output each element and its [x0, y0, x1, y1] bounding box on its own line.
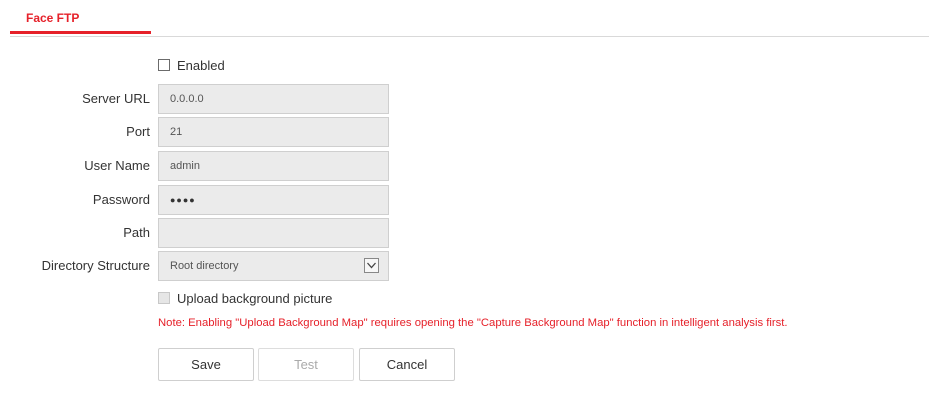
path-input[interactable] — [158, 218, 389, 248]
save-button[interactable]: Save — [158, 348, 254, 381]
port-row: Port — [0, 117, 929, 147]
chevron-down-icon[interactable] — [364, 258, 379, 273]
password-row: Password — [0, 185, 929, 215]
directory-structure-row: Directory Structure Root directory — [0, 251, 929, 281]
upload-background-checkbox[interactable] — [158, 292, 170, 304]
tab-face-ftp[interactable]: Face FTP — [10, 0, 151, 34]
path-label: Path — [123, 225, 150, 240]
server-url-row: Server URL — [0, 84, 929, 114]
user-name-input[interactable] — [158, 151, 389, 181]
directory-structure-select[interactable]: Root directory — [158, 251, 389, 281]
password-input[interactable] — [158, 185, 389, 215]
password-label: Password — [92, 192, 150, 207]
path-row: Path — [0, 218, 929, 248]
tab-bar: Face FTP — [10, 0, 929, 37]
directory-structure-label: Directory Structure — [41, 258, 150, 273]
port-input[interactable] — [158, 117, 389, 147]
port-label: Port — [126, 124, 150, 139]
user-name-row: User Name — [0, 151, 929, 181]
tab-face-ftp-label: Face FTP — [26, 11, 80, 25]
user-name-label: User Name — [84, 158, 150, 173]
enabled-checkbox[interactable] — [158, 59, 170, 71]
background-map-note: Note: Enabling "Upload Background Map" r… — [158, 317, 788, 329]
enabled-label: Enabled — [177, 58, 225, 73]
server-url-label: Server URL — [82, 91, 150, 106]
cancel-button[interactable]: Cancel — [359, 348, 455, 381]
test-button[interactable]: Test — [258, 348, 354, 381]
directory-structure-value: Root directory — [170, 260, 239, 272]
server-url-input[interactable] — [158, 84, 389, 114]
upload-background-label: Upload background picture — [177, 291, 333, 306]
